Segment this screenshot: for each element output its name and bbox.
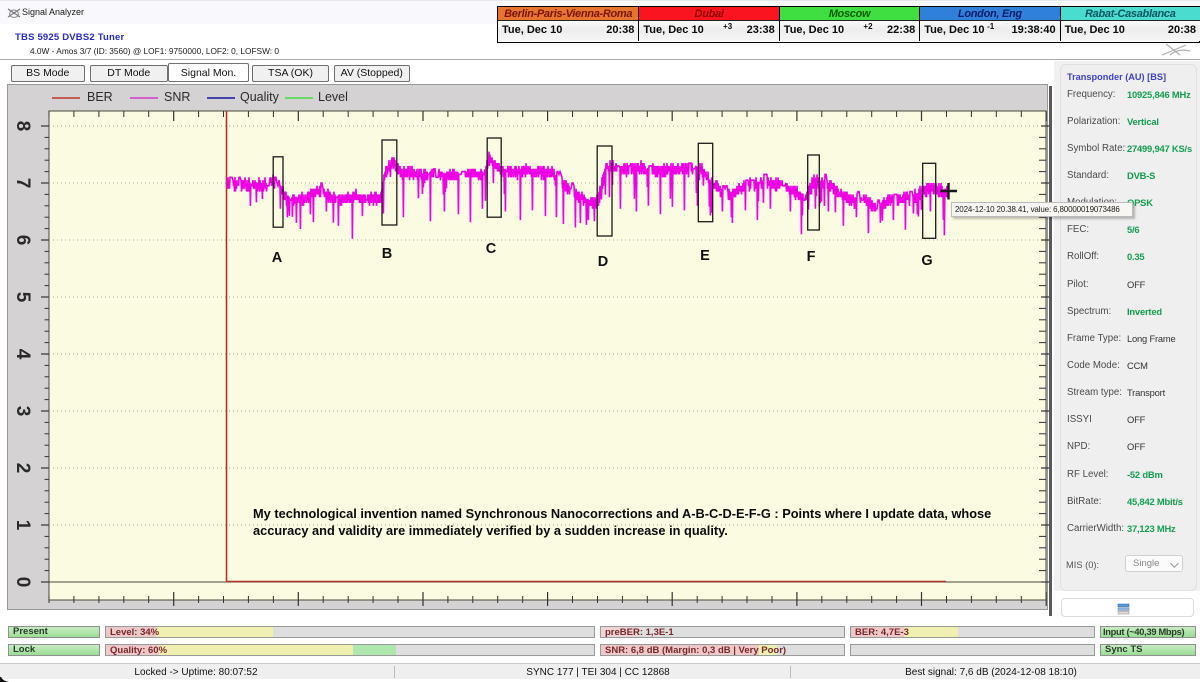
svg-text:F: F <box>807 249 816 265</box>
svg-text:C: C <box>486 241 497 257</box>
svg-text:G: G <box>921 253 932 269</box>
svg-text:E: E <box>700 248 710 264</box>
svg-text:A: A <box>272 250 283 266</box>
svg-text:B: B <box>382 246 392 262</box>
svg-text:D: D <box>598 254 608 270</box>
